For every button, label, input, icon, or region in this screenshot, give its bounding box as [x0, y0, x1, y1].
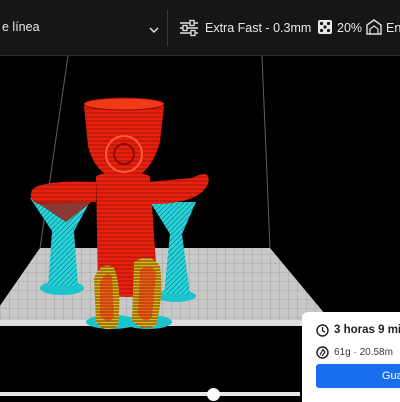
layer-slider-track[interactable] — [0, 392, 300, 396]
clock-icon — [316, 324, 329, 342]
adhesion-label: Enc — [386, 21, 400, 35]
material-text: 61g · 20.58m — [334, 347, 393, 358]
layer-slider-handle[interactable] — [207, 388, 220, 401]
view-type-label: e línea — [2, 20, 40, 34]
top-toolbar: e línea Extra Fast - 0.3mm 20% En — [0, 0, 400, 56]
model-arm-right — [148, 174, 209, 204]
infill-setting[interactable]: 20% — [314, 10, 362, 46]
adhesion-icon — [366, 19, 382, 41]
model-head — [84, 101, 164, 180]
model-arm-left — [30, 181, 96, 204]
chevron-down-icon — [148, 22, 160, 40]
save-button-label: Gua — [382, 370, 400, 382]
volume-edge-right — [261, 56, 271, 249]
spool-icon — [316, 346, 329, 364]
save-button[interactable]: Gua — [316, 364, 400, 388]
print-profile-label: Extra Fast - 0.3mm — [205, 21, 312, 35]
sliders-icon — [179, 19, 199, 42]
print-estimate-panel: 3 horas 9 minut 61g · 20.58m Gua — [302, 312, 400, 402]
print-profile-selector[interactable]: Extra Fast - 0.3mm — [176, 10, 312, 46]
print-time-text: 3 horas 9 minut — [334, 324, 400, 336]
infill-label: 20% — [337, 21, 363, 35]
adhesion-setting[interactable]: Enc — [364, 10, 400, 46]
view-type-dropdown[interactable]: e línea — [0, 10, 168, 46]
infill-icon — [317, 19, 333, 40]
